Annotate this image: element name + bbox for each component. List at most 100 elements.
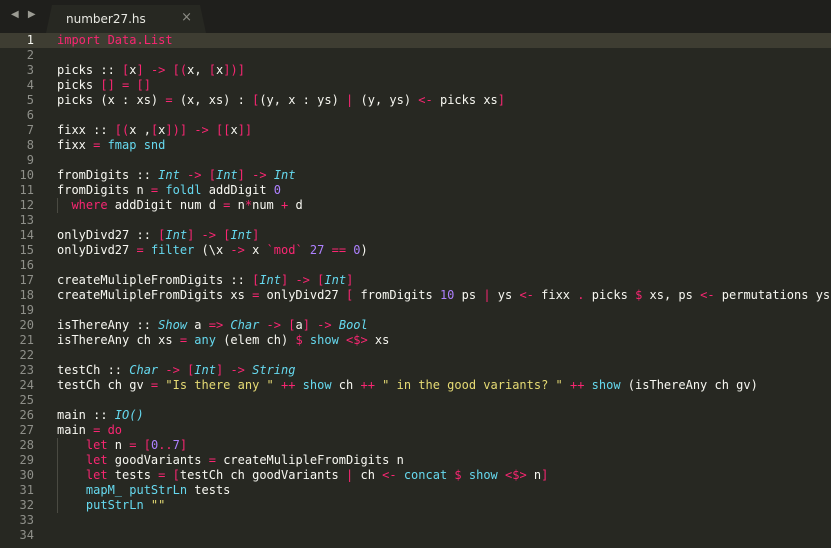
code-token: (y, x : ys) xyxy=(259,93,347,107)
code-text: testCh :: Char -> [Int] -> String xyxy=(57,363,295,378)
code-token: createMulipleFromDigits xs xyxy=(57,288,253,302)
code-line[interactable]: 10 fromDigits :: Int -> [Int] -> Int xyxy=(0,168,831,183)
code-line[interactable]: 14 onlyDivd27 :: [Int] -> [Int] xyxy=(0,228,831,243)
code-line[interactable]: 31 mapM_ putStrLn tests xyxy=(0,483,831,498)
line-number: 18 xyxy=(19,288,34,302)
code-token: = xyxy=(165,93,173,107)
code-text: main = do xyxy=(57,423,122,438)
code-line[interactable]: 3 picks :: [x] -> [(x, [x])] xyxy=(0,63,831,78)
code-token: ys xyxy=(490,288,520,302)
code-line[interactable]: 9 xyxy=(0,153,831,168)
code-token: x xyxy=(129,63,137,77)
code-token: "" xyxy=(143,498,166,512)
code-line[interactable]: 22 xyxy=(0,348,831,363)
code-token: a xyxy=(187,318,209,332)
tab-number27[interactable]: number27.hs × xyxy=(46,5,206,33)
code-line[interactable]: 11 fromDigits n = foldl addDigit 0 xyxy=(0,183,831,198)
forward-arrow-icon[interactable]: ▶ xyxy=(28,9,39,20)
code-line[interactable]: 1 import Data.List xyxy=(0,33,831,48)
code-token: fmap snd xyxy=(100,138,166,152)
code-line[interactable]: 27 main = do xyxy=(0,423,831,438)
code-token: goodVariants xyxy=(107,453,209,467)
code-line[interactable]: 19 xyxy=(0,303,831,318)
close-icon[interactable]: × xyxy=(181,10,192,25)
line-number: 13 xyxy=(19,213,34,227)
code-line[interactable]: 20 isThereAny :: Show a => Char -> [a] ->… xyxy=(0,318,831,333)
code-text: main :: IO() xyxy=(57,408,144,423)
code-token: ]] xyxy=(237,123,253,137)
code-token: -> xyxy=(259,318,289,332)
code-token: show xyxy=(461,468,498,482)
code-line[interactable]: 34 xyxy=(0,528,831,543)
line-number: 28 xyxy=(19,438,34,452)
code-line[interactable]: 30 let tests = [testCh ch goodVariants |… xyxy=(0,468,831,483)
code-line[interactable]: 28 let n = [0..7] xyxy=(0,438,831,453)
tab-title: number27.hs xyxy=(66,12,146,26)
code-line[interactable]: 18 createMulipleFromDigits xs = onlyDivd2… xyxy=(0,288,831,303)
code-token: <$> xyxy=(497,468,527,482)
line-number: 11 xyxy=(19,183,34,197)
code-token: Bool xyxy=(338,318,368,332)
code-line[interactable]: 4 picks [] = [] xyxy=(0,78,831,93)
code-line[interactable]: 5 picks (x : xs) = (x, xs) : [(y, x : ys)… xyxy=(0,93,831,108)
code-token: n xyxy=(230,198,245,212)
code-token: picks xyxy=(584,288,636,302)
code-token: fromDigits :: xyxy=(57,168,159,182)
code-text: let goodVariants = createMulipleFromDigi… xyxy=(57,453,404,468)
code-token: createMulipleFromDigits :: xyxy=(57,273,253,287)
code-text: isThereAny :: Show a => Char -> [a] -> B… xyxy=(57,318,368,333)
code-line[interactable]: 15 onlyDivd27 = filter (\x -> x `mod` 27 … xyxy=(0,243,831,258)
code-token: 7 xyxy=(172,438,180,452)
code-token: picks :: xyxy=(57,63,123,77)
code-line[interactable]: 12 where addDigit num d = n*num + d xyxy=(0,198,831,213)
code-token: ])] xyxy=(165,123,188,137)
code-line[interactable]: 24 testCh ch gv = "Is there any " ++ show… xyxy=(0,378,831,393)
code-token: [( xyxy=(114,123,130,137)
code-token: do xyxy=(100,423,123,437)
code-text: fixx :: [(x ,[x])] -> [[x]] xyxy=(57,123,252,138)
code-line[interactable]: 29 let goodVariants = createMulipleFromD… xyxy=(0,453,831,468)
code-token: <- xyxy=(700,288,715,302)
code-line[interactable]: 2 xyxy=(0,48,831,63)
code-line[interactable]: 7 fixx :: [(x ,[x])] -> [[x]] xyxy=(0,123,831,138)
code-token: -> xyxy=(143,63,173,77)
line-number: 12 xyxy=(19,198,34,212)
back-arrow-icon[interactable]: ◀ xyxy=(11,9,22,20)
code-token: Int xyxy=(215,168,238,182)
line-number: 17 xyxy=(19,273,34,287)
code-line[interactable]: 23 testCh :: Char -> [Int] -> String xyxy=(0,363,831,378)
code-token: (isThereAny ch gv) xyxy=(620,378,758,392)
code-token: (\x xyxy=(194,243,231,257)
code-token: concat xyxy=(396,468,448,482)
code-line[interactable]: 8 fixx = fmap snd xyxy=(0,138,831,153)
code-token: -> xyxy=(288,273,318,287)
code-line[interactable]: 21 isThereAny ch xs = any (elem ch) $ sho… xyxy=(0,333,831,348)
tab-nav-arrows[interactable]: ◀ ▶ xyxy=(11,9,39,20)
line-number: 27 xyxy=(19,423,34,437)
code-token: n xyxy=(526,468,542,482)
code-text: isThereAny ch xs = any (elem ch) $ show … xyxy=(57,333,389,348)
line-number: 8 xyxy=(26,138,34,152)
line-number: 33 xyxy=(19,513,34,527)
code-line[interactable]: 26 main :: IO() xyxy=(0,408,831,423)
code-token: ] xyxy=(252,228,260,242)
code-line[interactable]: 6 xyxy=(0,108,831,123)
code-token: isThereAny ch xs xyxy=(57,333,180,347)
code-line[interactable]: 32 putStrLn "" xyxy=(0,498,831,513)
code-token: ] xyxy=(179,438,188,452)
code-token: fixx xyxy=(57,138,94,152)
code-token: Int xyxy=(158,168,180,182)
code-token: Char xyxy=(223,318,260,332)
code-token: Show xyxy=(158,318,188,332)
code-token: ])] xyxy=(223,63,245,77)
code-line[interactable]: 25 xyxy=(0,393,831,408)
code-line[interactable]: 33 xyxy=(0,513,831,528)
code-token: tests xyxy=(187,483,231,497)
code-line[interactable]: 17 createMulipleFromDigits :: [Int] -> [I… xyxy=(0,273,831,288)
code-line[interactable]: 16 xyxy=(0,258,831,273)
code-text: let n = [0..7] xyxy=(57,438,187,453)
code-token: -> xyxy=(230,243,245,257)
code-editor[interactable]: 1 import Data.List 2 3 picks :: [x] -> [(x, … xyxy=(0,33,831,548)
code-line[interactable]: 13 xyxy=(0,213,831,228)
line-number: 31 xyxy=(19,483,34,497)
